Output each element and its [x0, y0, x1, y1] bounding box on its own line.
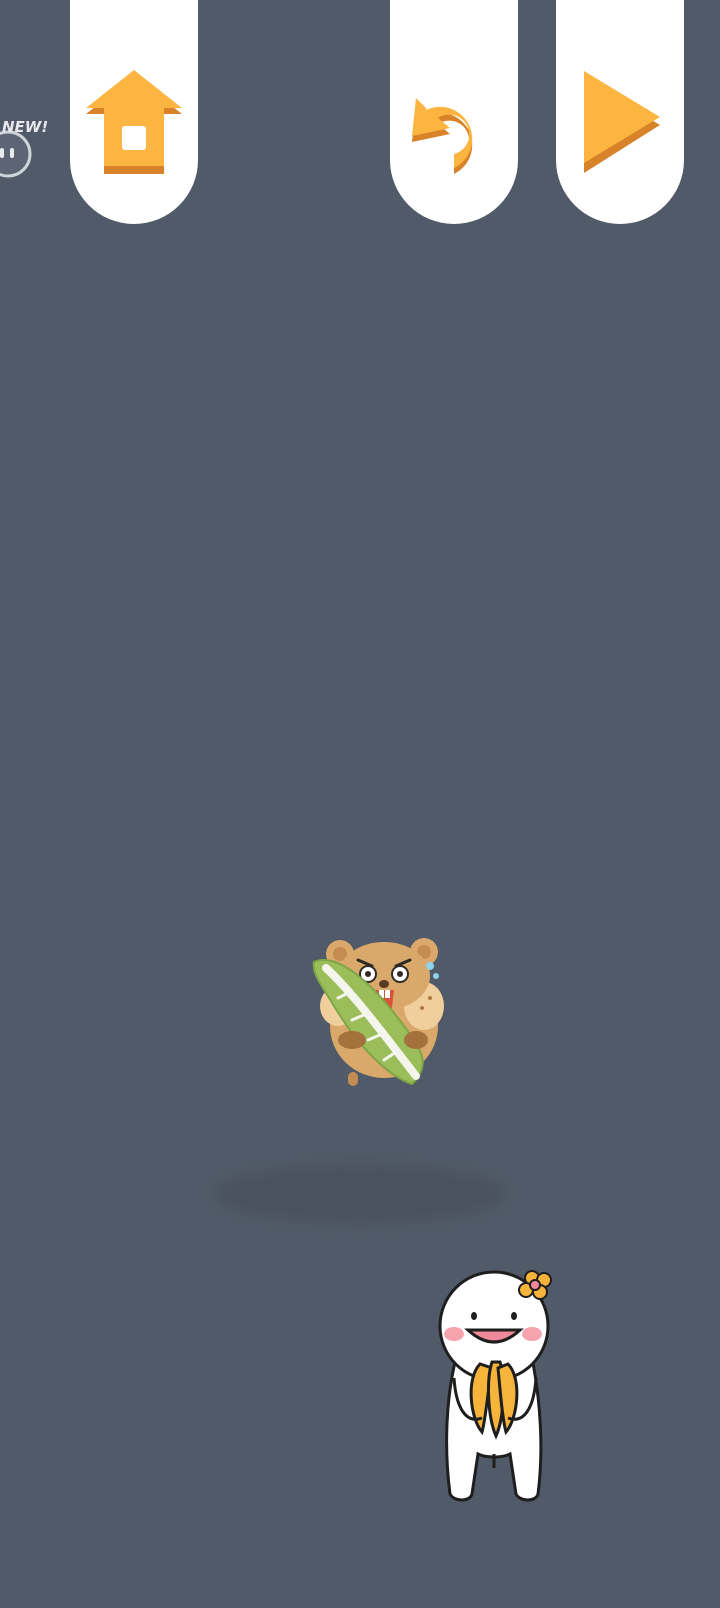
drop-shadow — [215, 1165, 505, 1223]
undo-icon — [412, 98, 473, 174]
hamster-character[interactable] — [312, 936, 454, 1088]
home-icon — [86, 70, 182, 174]
player-character[interactable] — [436, 1268, 556, 1504]
new-badge-label: NEW! — [2, 118, 49, 136]
home-button[interactable] — [70, 0, 198, 224]
play-button[interactable] — [556, 0, 684, 224]
play-icon — [584, 71, 660, 173]
undo-button[interactable] — [390, 0, 518, 224]
game-screen: NEW! — [0, 0, 720, 1608]
game-field[interactable] — [0, 224, 720, 1608]
new-character-badge[interactable]: NEW! — [0, 118, 56, 190]
